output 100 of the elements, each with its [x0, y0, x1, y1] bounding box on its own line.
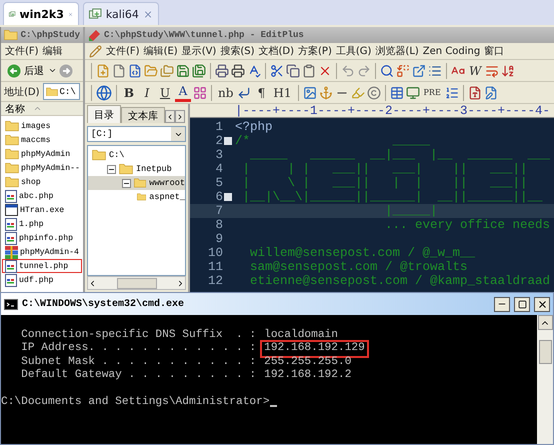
file-item[interactable]: 1.php — [2, 217, 82, 231]
dropdown-caret-icon[interactable] — [48, 66, 57, 75]
script-file-icon — [5, 274, 17, 286]
menu-item[interactable]: 窗口 — [484, 44, 504, 58]
vertical-scrollbar[interactable] — [537, 315, 553, 444]
menu-item[interactable]: 文件(F) — [106, 44, 140, 58]
fold-marker-icon[interactable] — [224, 137, 232, 145]
file-item[interactable]: HTran.exe — [2, 203, 82, 217]
folders-icon[interactable] — [160, 64, 174, 78]
collapse-toggle-icon[interactable] — [107, 164, 116, 174]
copy-icon[interactable] — [286, 64, 300, 78]
preformatted-button[interactable]: PRE — [422, 84, 443, 102]
monitor-icon[interactable] — [406, 86, 420, 100]
maximize-button[interactable] — [514, 296, 530, 312]
line-break-icon[interactable] — [237, 86, 252, 100]
scroll-left-icon[interactable] — [88, 278, 97, 288]
folder-tree-item[interactable]: aspnet_ — [88, 190, 185, 204]
collapse-toggle-icon[interactable] — [122, 178, 131, 188]
vm-tab[interactable]: kali64 — [83, 2, 159, 25]
console-value: 255.255.255.0 — [263, 356, 352, 370]
menu-item[interactable]: 浏览器(L) — [375, 44, 419, 58]
maximize-icon[interactable] — [518, 300, 526, 308]
font-color-button[interactable]: A — [175, 84, 191, 102]
nbsp-button[interactable]: nb — [216, 84, 236, 102]
sort-icon[interactable] — [501, 64, 516, 78]
file-item[interactable]: tunnel.php — [2, 259, 82, 273]
line-number: 5 — [214, 176, 223, 190]
column-header[interactable]: 名称 — [1, 102, 83, 116]
underline-button[interactable]: U — [157, 84, 173, 102]
horizontal-scrollbar[interactable] — [87, 276, 186, 290]
menu-item[interactable]: 文件(F) — [5, 44, 39, 58]
file-item[interactable]: images — [2, 119, 82, 133]
code-file-icon[interactable] — [128, 64, 142, 78]
menu-item[interactable]: 编辑 — [42, 44, 63, 58]
clipboard-icon[interactable] — [302, 64, 316, 78]
panel-tab[interactable]: 目录 — [87, 105, 121, 123]
file-item[interactable]: phpMyAdmin — [2, 147, 82, 161]
menu-item[interactable]: 搜索(S) — [220, 44, 254, 58]
menu-item[interactable]: 工具(G) — [336, 44, 372, 58]
scroll-right-icon[interactable] — [176, 278, 185, 288]
copyright-icon[interactable] — [366, 86, 381, 100]
paragraph-button[interactable]: ¶ — [253, 84, 270, 102]
file-item[interactable]: phpMyAdmin-- — [2, 161, 82, 175]
menu-item[interactable]: 文档(D) — [258, 44, 294, 58]
console-text: Default Gateway . . . . . . . . . : — [20, 369, 256, 383]
redo-icon[interactable] — [357, 64, 371, 78]
text-cursor — [270, 405, 277, 408]
scissors-icon[interactable] — [270, 64, 284, 78]
scrollbar-thumb[interactable] — [538, 340, 552, 364]
wrap-text-icon[interactable] — [485, 64, 500, 78]
drive-select[interactable]: [C:] — [87, 126, 186, 142]
file-icon[interactable] — [112, 64, 126, 78]
address-field[interactable]: C:\ — [42, 83, 80, 100]
code-line: ... every office needs — [384, 218, 550, 232]
line-number: 2 — [214, 134, 223, 148]
save-icon[interactable] — [176, 64, 190, 78]
console-text: IP Address. . . . . . . . . . . . : — [20, 342, 256, 356]
window-title: C:\WINDOWS\system32\cmd.exe — [22, 298, 186, 310]
menu-item[interactable]: 显示(V) — [182, 44, 216, 58]
bold-button[interactable]: B — [121, 84, 137, 102]
file-item[interactable]: maccms — [2, 133, 82, 147]
undo-icon[interactable] — [341, 64, 355, 78]
table-icon[interactable] — [390, 86, 404, 100]
code-editor[interactable] — [190, 118, 554, 292]
file-pen-icon[interactable] — [484, 86, 498, 100]
printer-icon[interactable] — [231, 64, 245, 78]
file-item[interactable]: abc.php — [2, 189, 82, 203]
folder-tree-item[interactable]: C:\ — [88, 148, 185, 162]
replace-icon[interactable] — [396, 64, 410, 78]
file-item[interactable]: udf.php — [2, 273, 82, 287]
save-all-icon[interactable] — [192, 64, 206, 78]
file-item[interactable]: shop — [2, 175, 82, 189]
color-grid-icon[interactable] — [193, 86, 207, 100]
spell-check-icon[interactable] — [247, 64, 261, 78]
panel-tab[interactable]: 文本库 — [121, 107, 165, 123]
ordered-list-icon[interactable] — [444, 86, 459, 100]
folder-tree-item[interactable]: Inetpub — [88, 162, 185, 176]
italic-button[interactable]: I — [139, 84, 155, 102]
fold-marker-icon[interactable] — [224, 193, 232, 201]
file-item[interactable]: phpinfo.php — [2, 231, 82, 245]
print-preview-icon[interactable] — [215, 64, 229, 78]
back-button[interactable]: 后退 — [5, 62, 46, 80]
heading-button[interactable]: H1 — [271, 84, 294, 102]
minimize-button[interactable] — [494, 296, 510, 312]
globe-icon[interactable] — [96, 84, 112, 100]
menu-item[interactable]: 方案(P) — [298, 44, 332, 58]
file-item[interactable]: phpMyAdmin-4 — [2, 245, 82, 259]
open-folder-icon[interactable] — [144, 64, 158, 78]
image-icon[interactable] — [302, 86, 317, 100]
word-wrap-button[interactable]: W — [467, 62, 484, 80]
vm-tab[interactable]: win2k3 — [3, 2, 79, 25]
search-icon[interactable] — [380, 64, 394, 78]
folder-icon — [5, 176, 19, 188]
folder-tree-item[interactable]: wwwroot — [88, 176, 185, 190]
goto-icon[interactable] — [412, 64, 426, 78]
menu-item[interactable]: 编辑(E) — [144, 44, 178, 58]
menu-item[interactable]: Zen Coding — [422, 46, 480, 56]
file-type-icon[interactable] — [468, 86, 482, 100]
list-icon[interactable] — [428, 64, 442, 78]
new-file-icon[interactable] — [96, 64, 110, 78]
